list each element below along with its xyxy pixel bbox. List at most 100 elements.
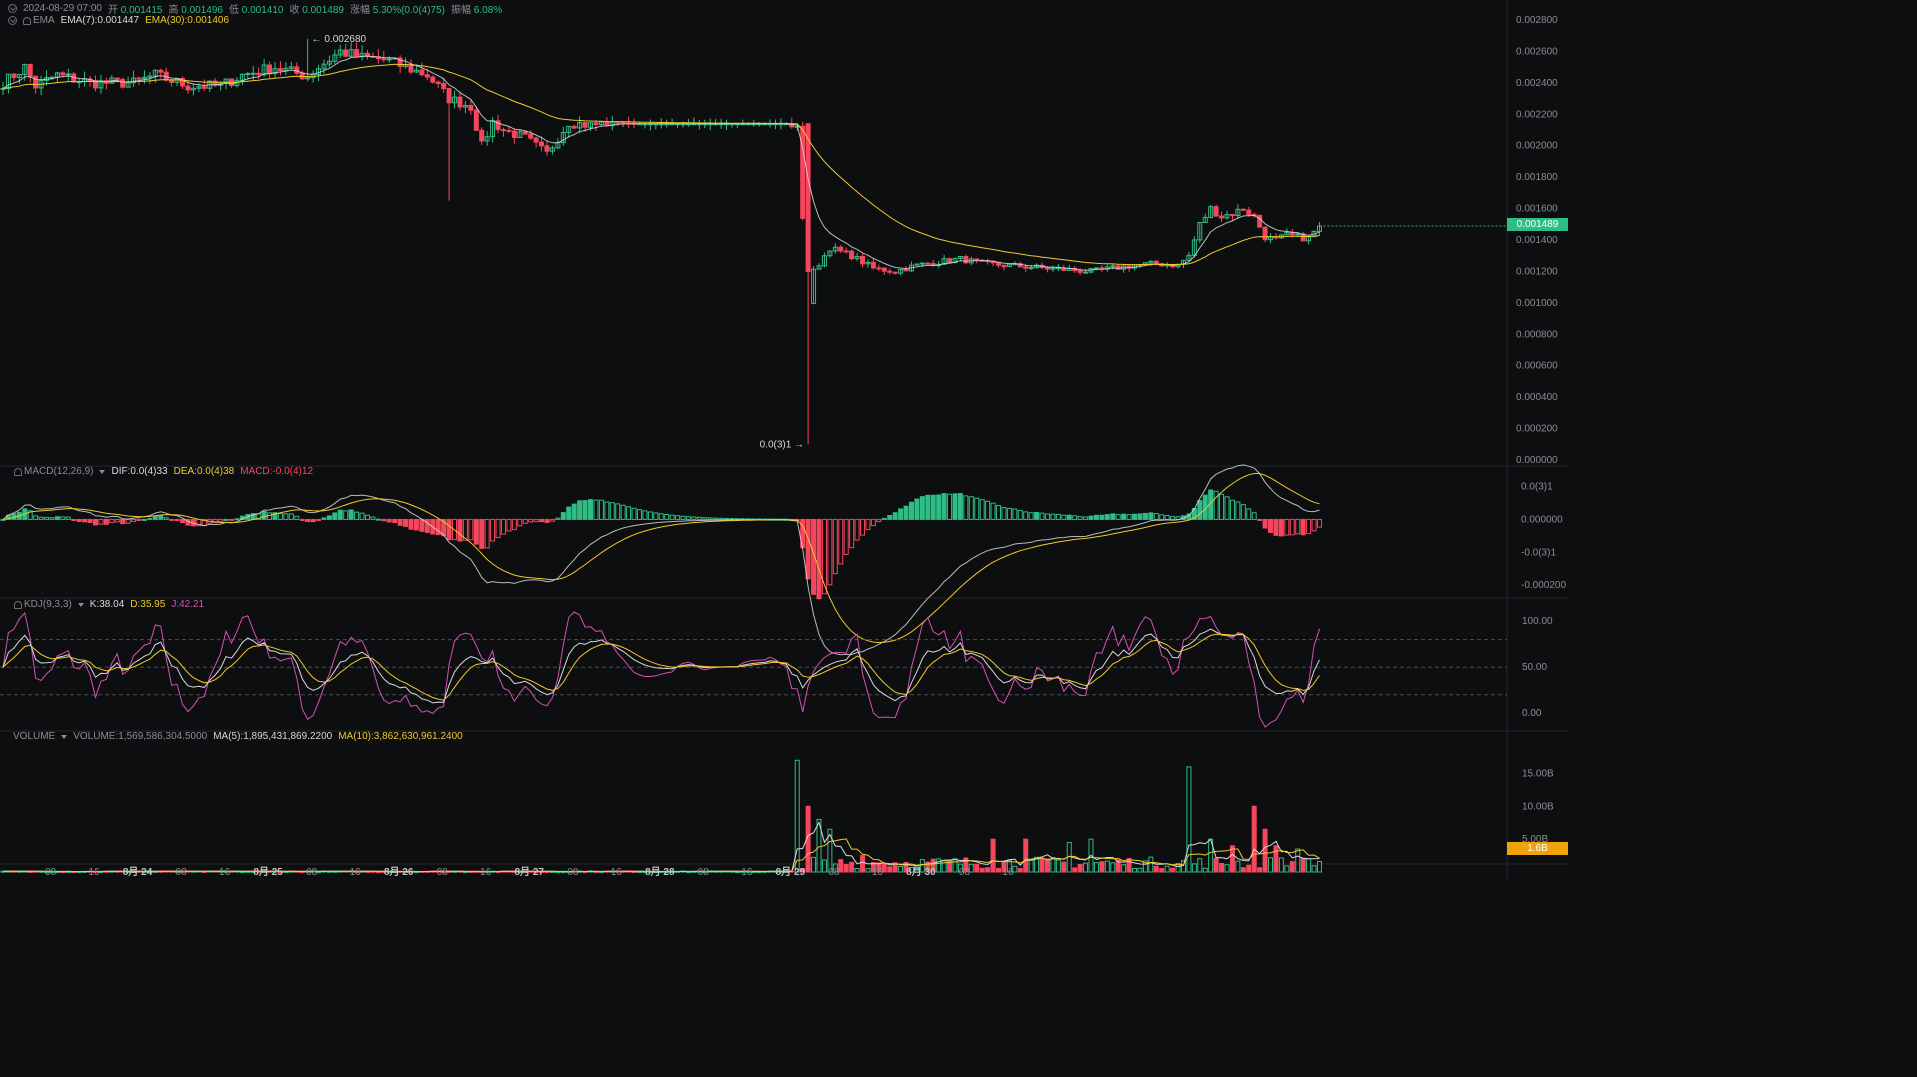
macd-bar: [136, 518, 142, 521]
volume-bar: [979, 867, 985, 873]
macd-panel[interactable]: [0, 464, 1322, 656]
candle-body: [963, 255, 969, 264]
macd-bar: [849, 518, 855, 549]
candle-body: [571, 125, 577, 129]
low-label: 低: [228, 5, 239, 16]
macd-value: MACD:-0.0(4)12: [240, 466, 314, 477]
ema-title[interactable]: EMA: [33, 15, 55, 26]
bell-icon[interactable]: [14, 600, 22, 609]
kdj-tick-label: 100.00: [1522, 616, 1553, 627]
price-tick-label: 0.001200: [1516, 266, 1558, 277]
chevron-down-icon[interactable]: [61, 734, 68, 739]
macd-bar: [234, 518, 240, 521]
macd-bar: [468, 518, 474, 541]
collapse-icon[interactable]: [8, 16, 17, 25]
macd-bar: [1153, 513, 1159, 520]
macd-bar: [1268, 518, 1274, 533]
candle-body: [33, 75, 39, 89]
time-tick-label: 08: [959, 867, 971, 878]
macd-bar: [1159, 514, 1165, 520]
candle-body: [201, 86, 207, 89]
bell-icon[interactable]: [23, 16, 31, 25]
macd-bar: [348, 509, 354, 520]
candle-body: [582, 122, 588, 128]
price-panel[interactable]: [0, 38, 1322, 445]
candle-body: [870, 261, 876, 269]
candle-body: [1001, 264, 1007, 268]
macd-bar: [631, 507, 637, 520]
time-tick-label: 16: [350, 867, 362, 878]
macd-bar: [370, 516, 376, 520]
kdj-legend: KDJ(9,3,3) K:38.04 D:35.95 J:42.21: [14, 599, 204, 610]
macd-bar: [887, 514, 893, 520]
macd-bar: [1229, 499, 1235, 520]
macd-bar: [419, 518, 425, 532]
chevron-down-icon[interactable]: [77, 602, 84, 607]
time-tick-label: 16: [611, 867, 623, 878]
volume-bar: [1121, 864, 1127, 873]
candle-body: [615, 121, 621, 124]
macd-bar: [903, 505, 909, 520]
volume-panel[interactable]: [0, 759, 1322, 874]
candle-body: [511, 130, 517, 138]
collapse-icon[interactable]: [8, 4, 17, 13]
macd-bar: [1121, 513, 1127, 520]
kdj-title[interactable]: KDJ(9,3,3): [24, 599, 72, 610]
macd-bar: [1300, 518, 1306, 536]
macd-bar: [1132, 513, 1138, 520]
trading-chart[interactable]: 0.002800 0.002600 0.002400 0.002200 0.002000…: [0, 0, 1568, 881]
macd-bar: [1289, 518, 1295, 536]
price-tick-label: 0.000800: [1516, 329, 1558, 340]
price-tick-label: 0.002200: [1516, 109, 1558, 120]
macd-bar: [1061, 514, 1067, 520]
macd-bar: [375, 518, 381, 521]
volume-bar: [1153, 865, 1159, 873]
macd-bar: [1137, 513, 1143, 520]
macd-bar: [1235, 501, 1241, 520]
bell-icon[interactable]: [14, 467, 22, 476]
candle-body: [925, 262, 931, 265]
macd-bar: [702, 517, 708, 520]
macd-title[interactable]: MACD(12,26,9): [24, 466, 93, 477]
volume-bar: [1104, 860, 1110, 873]
time-tick-label: 16: [88, 867, 100, 878]
volume-bar: [1170, 867, 1176, 873]
macd-bar: [1306, 518, 1312, 535]
time-tick-label: 8月 28: [645, 866, 675, 878]
price-tick-label: 0.002600: [1516, 46, 1558, 57]
volume-ma10-value: MA(10):3,862,630,961.2400: [338, 731, 463, 742]
low-value: 0.001410: [241, 5, 284, 16]
macd-bar: [979, 499, 985, 520]
candle-body: [479, 129, 485, 142]
macd-bar: [120, 518, 126, 525]
macd-bar: [354, 511, 360, 520]
volume-bar: [1017, 868, 1023, 873]
macd-bar: [131, 518, 137, 522]
macd-bar: [457, 518, 463, 542]
macd-bar: [44, 516, 50, 520]
candle-body: [849, 250, 855, 260]
time-tick-label: 8月 25: [253, 866, 283, 878]
macd-bar: [1012, 508, 1018, 520]
macd-bar: [1219, 493, 1225, 520]
volume-bar: [1191, 863, 1197, 873]
macd-bar: [528, 518, 534, 523]
macd-bar: [1278, 518, 1284, 537]
volume-bar: [1262, 828, 1268, 873]
macd-bar: [288, 513, 294, 520]
macd-bar: [294, 515, 300, 520]
ema-legend: EMA EMA(7):0.001447 EMA(30):0.001406: [8, 15, 229, 26]
candle-body: [528, 133, 534, 139]
volume-bar: [990, 838, 996, 873]
candle-body: [1240, 208, 1246, 211]
candle-body: [1153, 260, 1159, 265]
macd-bar: [843, 518, 849, 555]
volume-title[interactable]: VOLUME: [13, 731, 55, 742]
volume-bar: [974, 863, 980, 873]
volume-bar: [1273, 845, 1279, 873]
candle-body: [430, 76, 436, 83]
amplitude-value: 6.08%: [473, 5, 503, 16]
kdj-panel[interactable]: [0, 611, 1507, 728]
candle-body: [887, 270, 893, 273]
chevron-down-icon[interactable]: [99, 469, 106, 474]
